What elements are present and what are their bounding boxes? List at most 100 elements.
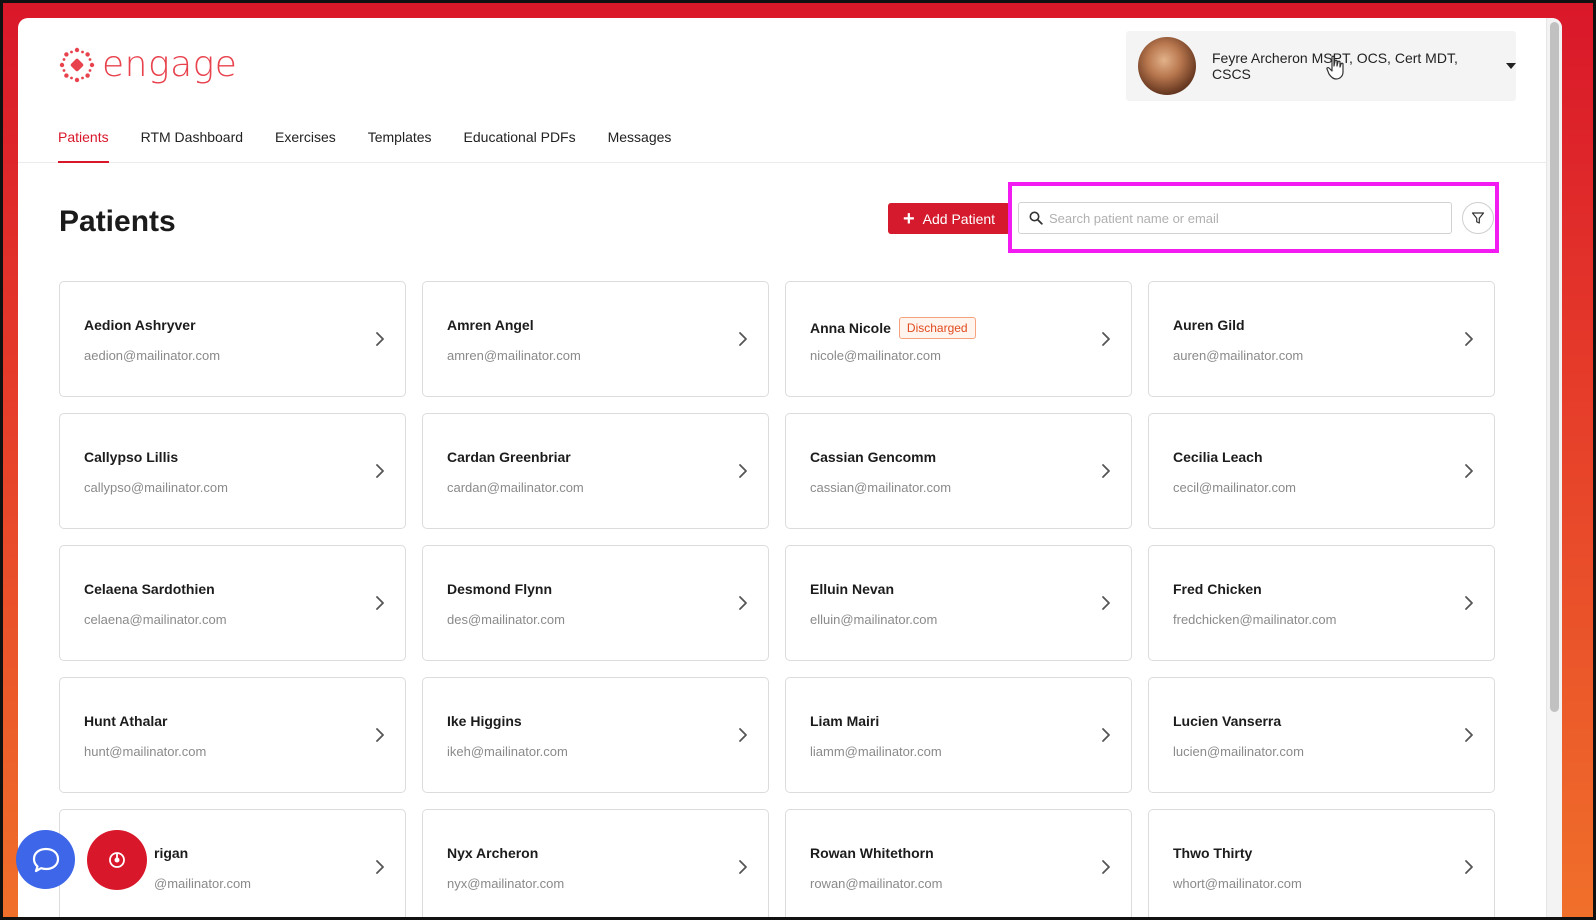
- patient-name-row: Auren Gild: [1173, 317, 1245, 333]
- vertical-scrollbar[interactable]: [1546, 18, 1562, 920]
- patient-name: Cardan Greenbriar: [447, 449, 571, 465]
- patient-card[interactable]: Cecilia Leach cecil@mailinator.com: [1148, 413, 1495, 529]
- patient-card[interactable]: Elluin Nevan elluin@mailinator.com: [785, 545, 1132, 661]
- search-box[interactable]: [1018, 202, 1452, 234]
- patient-name: Cassian Gencomm: [810, 449, 937, 465]
- nav-educational-pdfs[interactable]: Educational PDFs: [464, 126, 576, 163]
- patient-name: Anna Nicole: [810, 320, 891, 336]
- patient-name-row: Elluin Nevan: [810, 581, 894, 597]
- patient-email: callypso@mailinator.com: [84, 480, 228, 495]
- user-menu[interactable]: Feyre Archeron MSPT, OCS, Cert MDT, CSCS: [1126, 31, 1516, 101]
- nav-templates[interactable]: Templates: [368, 126, 432, 163]
- header: engage Feyre Archeron MSPT, OCS, Cert MD…: [18, 18, 1546, 163]
- patient-name-row: Rowan Whitethorn: [810, 845, 934, 861]
- patient-name: Liam Mairi: [810, 713, 880, 729]
- chevron-right-icon: [376, 464, 384, 478]
- patient-name: Cecilia Leach: [1173, 449, 1263, 465]
- patient-email: nicole@mailinator.com: [810, 348, 941, 363]
- chevron-right-icon: [739, 464, 747, 478]
- patient-card[interactable]: Callypso Lillis callypso@mailinator.com: [59, 413, 406, 529]
- patient-name-row: Liam Mairi: [810, 713, 879, 729]
- chevron-right-icon: [1102, 728, 1110, 742]
- patient-name: Callypso Lillis: [84, 449, 179, 465]
- logo[interactable]: engage: [58, 46, 237, 84]
- patient-card[interactable]: Fred Chicken fredchicken@mailinator.com: [1148, 545, 1495, 661]
- search-icon: [1029, 211, 1043, 225]
- record-button[interactable]: [87, 830, 147, 890]
- patient-email: whort@mailinator.com: [1173, 876, 1302, 891]
- patient-name: rigan: [154, 845, 189, 861]
- patient-email: @mailinator.com: [154, 876, 252, 891]
- patient-card[interactable]: Lucien Vanserra lucien@mailinator.com: [1148, 677, 1495, 793]
- patient-card[interactable]: Rowan Whitethorn rowan@mailinator.com: [785, 809, 1132, 920]
- nav-messages[interactable]: Messages: [608, 126, 672, 163]
- app-window: engage Feyre Archeron MSPT, OCS, Cert MD…: [18, 18, 1562, 920]
- patient-email: liamm@mailinator.com: [810, 744, 942, 759]
- logo-text: engage: [102, 44, 238, 85]
- nav-patients[interactable]: Patients: [58, 126, 109, 163]
- patient-name-row: Celaena Sardothien: [84, 581, 215, 597]
- caret-down-icon[interactable]: [1506, 63, 1516, 69]
- add-patient-label: Add Patient: [922, 210, 996, 227]
- chevron-right-icon: [1465, 728, 1473, 742]
- patient-card[interactable]: Celaena Sardothien celaena@mailinator.com: [59, 545, 406, 661]
- patient-email: elluin@mailinator.com: [810, 612, 938, 627]
- patient-email: amren@mailinator.com: [447, 348, 581, 363]
- patient-card[interactable]: Cassian Gencomm cassian@mailinator.com: [785, 413, 1132, 529]
- patient-email: cardan@mailinator.com: [447, 480, 584, 495]
- patient-name-row: Amren Angel: [447, 317, 534, 333]
- patient-name-row: Hunt Athalar: [84, 713, 167, 729]
- patient-name-row: Nyx Archeron: [447, 845, 538, 861]
- chevron-right-icon: [376, 596, 384, 610]
- chevron-right-icon: [1102, 464, 1110, 478]
- patient-card[interactable]: Aedion Ashryver aedion@mailinator.com: [59, 281, 406, 397]
- chevron-right-icon: [376, 332, 384, 346]
- filter-button[interactable]: [1462, 202, 1494, 234]
- chevron-right-icon: [1465, 332, 1473, 346]
- patient-name-row: Thwo Thirty: [1173, 845, 1252, 861]
- patient-email: celaena@mailinator.com: [84, 612, 227, 627]
- patient-card[interactable]: Amren Angel amren@mailinator.com: [422, 281, 769, 397]
- patient-name: Desmond Flynn: [447, 581, 553, 597]
- patient-email: auren@mailinator.com: [1173, 348, 1304, 363]
- chevron-right-icon: [739, 728, 747, 742]
- nav-rtm-dashboard[interactable]: RTM Dashboard: [141, 126, 243, 163]
- patient-card[interactable]: Auren Gild auren@mailinator.com: [1148, 281, 1495, 397]
- patient-card[interactable]: Hunt Athalar hunt@mailinator.com: [59, 677, 406, 793]
- patient-card[interactable]: Liam Mairi liamm@mailinator.com: [785, 677, 1132, 793]
- chevron-right-icon: [739, 332, 747, 346]
- patient-name-row: rigan: [154, 845, 188, 861]
- patient-name-row: Fred Chicken: [1173, 581, 1262, 597]
- nav-exercises[interactable]: Exercises: [275, 126, 336, 163]
- chat-launcher-button[interactable]: [16, 830, 75, 889]
- scrollbar-thumb[interactable]: [1550, 22, 1559, 712]
- patient-email: nyx@mailinator.com: [447, 876, 565, 891]
- chevron-right-icon: [1102, 332, 1110, 346]
- chevron-right-icon: [1465, 596, 1473, 610]
- patient-email: lucien@mailinator.com: [1173, 744, 1304, 759]
- search-input[interactable]: [1049, 210, 1439, 226]
- chevron-right-icon: [376, 860, 384, 874]
- patient-card[interactable]: Anna Nicole Discharged nicole@mailinator.c…: [785, 281, 1132, 397]
- patient-name: Thwo Thirty: [1173, 845, 1253, 861]
- patient-name-row: Callypso Lillis: [84, 449, 178, 465]
- user-name: Feyre Archeron MSPT, OCS, Cert MDT, CSCS: [1212, 50, 1458, 82]
- patient-name: Nyx Archeron: [447, 845, 539, 861]
- patient-name-row: Cassian Gencomm: [810, 449, 936, 465]
- add-patient-button[interactable]: + Add Patient: [888, 203, 1010, 234]
- plus-icon: +: [902, 207, 915, 230]
- patient-card[interactable]: Nyx Archeron nyx@mailinator.com: [422, 809, 769, 920]
- patient-card[interactable]: Cardan Greenbriar cardan@mailinator.com: [422, 413, 769, 529]
- patient-card[interactable]: Ike Higgins ikeh@mailinator.com: [422, 677, 769, 793]
- patient-name: Rowan Whitethorn: [810, 845, 934, 861]
- patient-card[interactable]: Desmond Flynn des@mailinator.com: [422, 545, 769, 661]
- patient-name: Aedion Ashryver: [84, 317, 196, 333]
- patient-email: aedion@mailinator.com: [84, 348, 221, 363]
- patient-name-row: Ike Higgins: [447, 713, 522, 729]
- patient-email: hunt@mailinator.com: [84, 744, 207, 759]
- chevron-right-icon: [376, 728, 384, 742]
- patient-email: rowan@mailinator.com: [810, 876, 943, 891]
- patient-name: Celaena Sardothien: [84, 581, 215, 597]
- chevron-right-icon: [1465, 860, 1473, 874]
- patient-card[interactable]: Thwo Thirty whort@mailinator.com: [1148, 809, 1495, 920]
